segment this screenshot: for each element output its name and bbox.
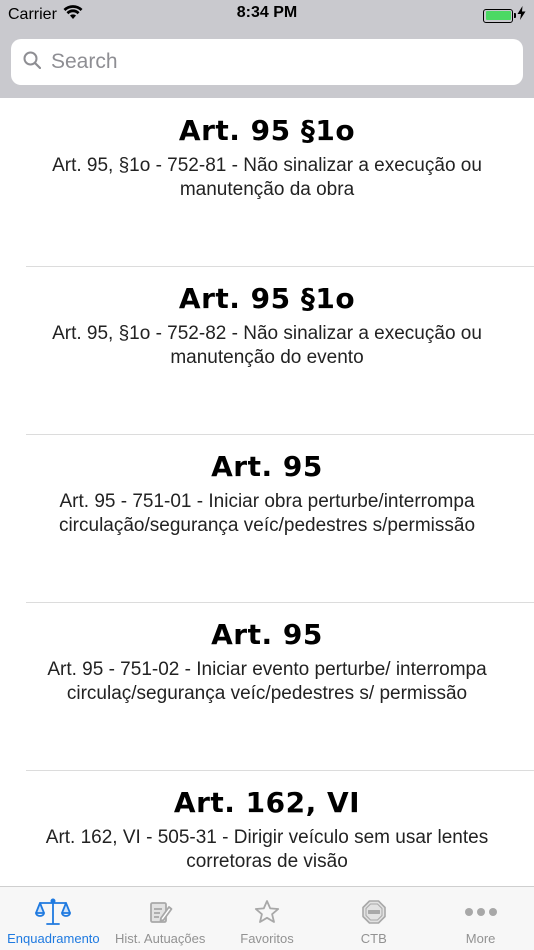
tab-label: CTB xyxy=(360,931,387,946)
tab-favoritos[interactable]: Favoritos xyxy=(214,887,321,950)
list-item[interactable]: Art. 95 Art. 95 - 751-01 - Iniciar obra … xyxy=(0,434,534,602)
scales-icon xyxy=(35,897,72,927)
item-description: Art. 95, §1o - 752-81 - Não sinalizar a … xyxy=(52,155,482,200)
search-bar-container xyxy=(0,28,534,98)
clipboard-edit-icon xyxy=(147,897,173,927)
item-title: Art. 95 xyxy=(211,450,323,483)
tab-label: Favoritos xyxy=(240,931,294,946)
battery-icon xyxy=(483,8,516,23)
tab-ctb[interactable]: CTB xyxy=(320,887,427,950)
tab-label: Enquadramento xyxy=(7,931,100,946)
star-icon xyxy=(254,897,280,927)
list-item[interactable]: Art. 95 §1o Art. 95, §1o - 752-81 - Não … xyxy=(0,98,534,266)
list-item[interactable]: Art. 95 §1o Art. 95, §1o - 752-82 - Não … xyxy=(0,266,534,434)
search-box[interactable] xyxy=(11,39,523,85)
battery-level xyxy=(485,11,511,20)
tab-hist-autuacoes[interactable]: Hist. Autuações xyxy=(107,887,214,950)
tab-enquadramento[interactable]: Enquadramento xyxy=(0,887,107,950)
stop-sign-icon xyxy=(361,897,387,927)
status-battery-group xyxy=(483,6,526,25)
item-title: Art. 95 §1o xyxy=(178,114,356,147)
tab-label: Hist. Autuações xyxy=(115,931,206,946)
item-description: Art. 95 - 751-01 - Iniciar obra perturbe… xyxy=(58,491,476,536)
item-title: Art. 162, VI xyxy=(173,786,361,819)
tab-label: More xyxy=(465,931,496,946)
list-item[interactable]: Art. 95 Art. 95 - 751-02 - Iniciar event… xyxy=(0,602,534,770)
status-time: 8:34 PM xyxy=(236,4,298,21)
more-dots-icon xyxy=(464,897,498,927)
item-description: Art. 95 - 751-02 - Iniciar evento pertur… xyxy=(47,659,487,704)
list-item[interactable]: Art. 162, VI Art. 162, VI - 505-31 - Dir… xyxy=(0,770,534,886)
tab-bar: Enquadramento Hist. Autuações Favoritos xyxy=(0,886,534,950)
item-description: Art. 162, VI - 505-31 - Dirigir veículo … xyxy=(45,827,489,872)
item-title: Art. 95 §1o xyxy=(178,282,356,315)
item-description: Art. 95, §1o - 752-82 - Não sinalizar a … xyxy=(52,323,482,368)
charging-bolt-icon xyxy=(517,6,526,25)
item-title: Art. 95 xyxy=(211,618,323,651)
status-bar: Carrier 8:34 PM xyxy=(0,0,534,28)
search-icon xyxy=(23,51,51,74)
tab-more[interactable]: More xyxy=(427,887,534,950)
search-input[interactable] xyxy=(51,50,491,74)
infraction-list[interactable]: Art. 95 §1o Art. 95, §1o - 752-81 - Não … xyxy=(0,98,534,886)
